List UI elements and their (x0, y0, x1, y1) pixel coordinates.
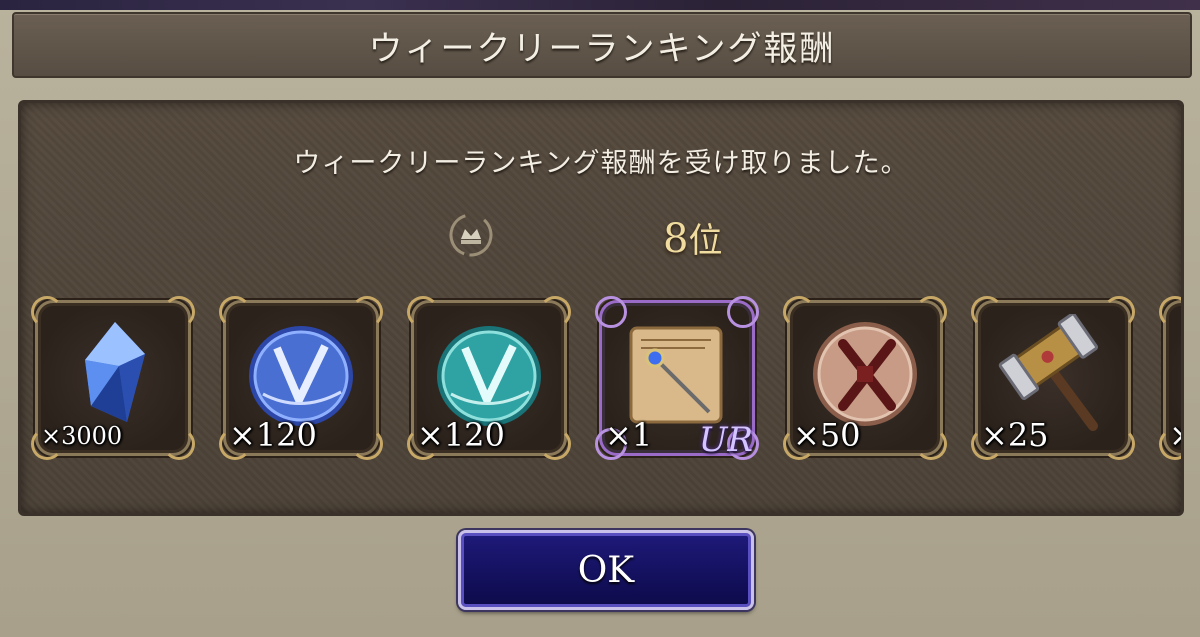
laurel-crown-icon (449, 213, 493, 257)
reward-quantity: ×1 (605, 416, 653, 454)
reward-item-crystal[interactable]: ×3000 (31, 296, 195, 460)
title-bar: ウィークリーランキング報酬 (12, 12, 1192, 78)
reward-quantity: ×120 (229, 416, 317, 454)
reward-item-partial[interactable]: × (1159, 296, 1184, 460)
rank-number: 8 (663, 216, 689, 262)
background-strip (0, 0, 1200, 10)
reward-message: ウィークリーランキング報酬を受け取りました。 (293, 148, 909, 179)
blue-crystal-icon (85, 322, 145, 422)
reward-quantity: ×3000 (41, 422, 123, 450)
rarity-badge: UR (698, 420, 753, 460)
reward-item-hammer[interactable]: ×25 (971, 296, 1135, 460)
reward-quantity: ×25 (981, 416, 1049, 454)
reward-quantity: ×120 (417, 416, 505, 454)
reward-item-bronze-medal[interactable]: ×50 (783, 296, 947, 460)
reward-item-blue-medal[interactable]: ×120 (219, 296, 383, 460)
dialog-title: ウィークリーランキング報酬 (368, 28, 836, 69)
reward-quantity: × (1169, 416, 1181, 454)
reward-item-staff-scroll[interactable]: ×1 UR (595, 296, 759, 460)
dialog-frame: ウィークリーランキング報酬 ウィークリーランキング報酬を受け取りました。 8位 (0, 0, 1200, 637)
reward-quantity: ×50 (793, 416, 861, 454)
partial-item-icon (1181, 314, 1184, 434)
reward-item-teal-medal[interactable]: ×120 (407, 296, 571, 460)
rank-row: 8位 (21, 213, 1181, 265)
reward-panel: ウィークリーランキング報酬を受け取りました。 8位 ×3000 ×120 ×12… (18, 100, 1184, 516)
rank-value: 8位 (663, 213, 722, 262)
reward-list: ×3000 ×120 ×120 ×1 UR ×50 ×25 (21, 296, 1184, 470)
ok-button[interactable]: OK (458, 530, 754, 610)
rank-suffix: 位 (688, 221, 723, 261)
